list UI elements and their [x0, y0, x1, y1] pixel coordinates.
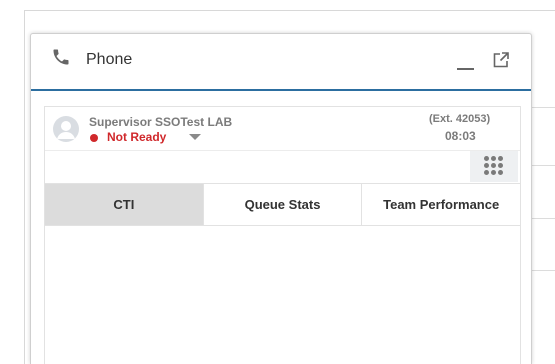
background-divider: [531, 165, 555, 166]
divider: [45, 150, 520, 151]
external-link-icon[interactable]: [492, 51, 510, 69]
tab-queue-stats[interactable]: Queue Stats: [203, 184, 363, 225]
dialpad-icon: [484, 156, 504, 176]
agent-name: Supervisor SSOTest LAB: [89, 115, 233, 129]
caret-down-icon[interactable]: [189, 134, 201, 140]
background-divider: [531, 107, 555, 108]
user-avatar-icon[interactable]: [53, 116, 79, 142]
panel-header: Phone: [31, 34, 531, 91]
minimize-button[interactable]: [457, 52, 475, 70]
status-timer: 08:03: [445, 129, 476, 143]
phone-panel: Phone Supervisor SSOTest LAB Not Ready (…: [30, 33, 532, 364]
agent-status[interactable]: Not Ready: [107, 130, 166, 144]
dialpad-button[interactable]: [470, 151, 518, 182]
panel-title: Phone: [86, 51, 133, 68]
agent-extension: (Ext. 42053): [429, 113, 491, 125]
phone-icon: [53, 49, 69, 65]
status-indicator: [90, 134, 98, 142]
tab-cti[interactable]: CTI: [45, 184, 204, 225]
background-divider: [531, 270, 555, 271]
background-divider: [531, 218, 555, 219]
tab-bar: CTI Queue Stats Team Performance: [45, 183, 521, 226]
agent-status-block: Supervisor SSOTest LAB Not Ready (Ext. 4…: [44, 106, 521, 364]
tab-team-performance[interactable]: Team Performance: [362, 184, 521, 225]
